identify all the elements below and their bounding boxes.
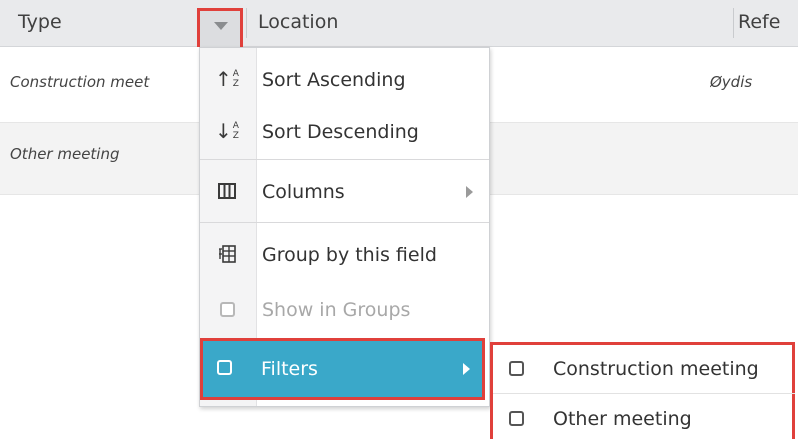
filter-option-other-meeting[interactable]: Other meeting (493, 395, 795, 443)
chevron-down-icon (214, 22, 228, 30)
menu-item-columns[interactable]: Columns (200, 164, 489, 220)
cell-location: Øydis (710, 73, 753, 91)
menu-item-sort-ascending[interactable]: ↑ A Z Sort Ascending (200, 52, 489, 108)
checkbox[interactable] (509, 411, 524, 426)
menu-item-label: Show in Groups (262, 299, 411, 321)
column-menu-trigger[interactable] (197, 8, 243, 52)
column-header-location[interactable]: Location (258, 0, 338, 46)
filters-submenu: Construction meeting Other meeting (490, 342, 795, 439)
menu-item-group-by[interactable]: Group by this field (200, 227, 489, 283)
checkbox-icon (214, 296, 240, 322)
menu-item-label: Group by this field (262, 244, 437, 266)
menu-item-filters[interactable]: Filters (200, 338, 485, 400)
filter-option-construction-meeting[interactable]: Construction meeting (493, 345, 795, 393)
menu-separator (200, 222, 489, 223)
sort-descending-icon: ↓ A Z (215, 119, 239, 143)
menu-item-sort-descending[interactable]: ↓ A Z Sort Descending (200, 104, 489, 160)
cell-type: Construction meet (10, 73, 150, 91)
cell-type: Other meeting (10, 145, 120, 163)
filter-option-label: Construction meeting (553, 358, 759, 380)
menu-item-label: Filters (261, 358, 318, 380)
filter-option-label: Other meeting (553, 408, 692, 430)
columns-icon (214, 178, 240, 204)
grid-header: Type Location Refe (0, 0, 798, 47)
chevron-right-icon (463, 363, 470, 375)
group-by-icon (214, 241, 240, 267)
sort-ascending-icon: ↑ A Z (215, 67, 239, 91)
menu-item-label: Sort Ascending (262, 69, 406, 91)
menu-item-label: Sort Descending (262, 121, 419, 143)
column-divider (733, 8, 734, 38)
column-divider (246, 8, 247, 38)
column-header-type[interactable]: Type (18, 0, 62, 46)
checkbox[interactable] (509, 361, 524, 376)
checkbox-icon (217, 360, 232, 379)
menu-separator (493, 393, 795, 394)
menu-separator (200, 159, 489, 160)
menu-item-label: Columns (262, 181, 345, 203)
menu-item-show-in-groups: Show in Groups (200, 282, 489, 338)
chevron-right-icon (466, 186, 473, 198)
column-header-reference[interactable]: Refe (738, 0, 780, 46)
